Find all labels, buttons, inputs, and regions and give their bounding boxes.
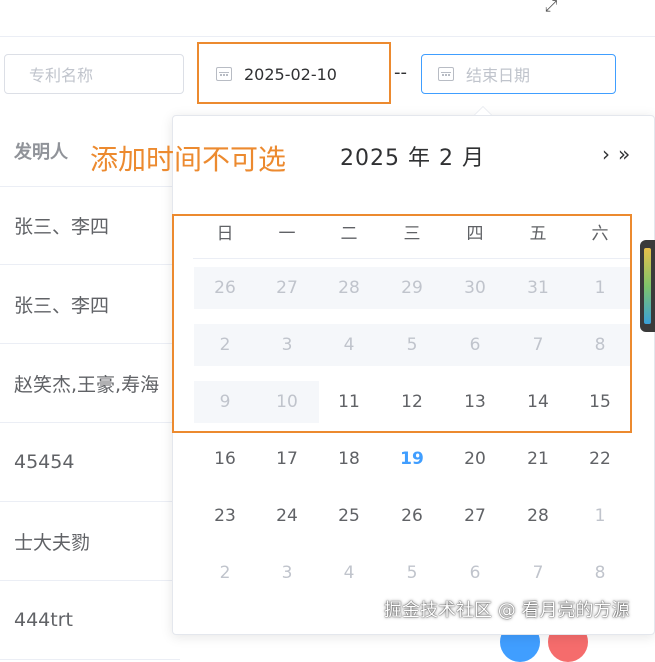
- annotation-label: 添加时间不可选: [90, 143, 287, 176]
- day-cell[interactable]: 7: [507, 552, 569, 594]
- day-cell[interactable]: 17: [256, 438, 318, 480]
- day-cell[interactable]: 26: [381, 495, 443, 537]
- table-row[interactable]: 赵笑杰,王豪,寿海: [0, 344, 180, 423]
- column-inventor: 发明人: [14, 142, 68, 163]
- table-row[interactable]: 张三、李四: [0, 265, 180, 344]
- end-date-placeholder: 结束日期: [466, 66, 531, 85]
- table-row[interactable]: 45454: [0, 423, 180, 502]
- day-cell[interactable]: 24: [256, 495, 318, 537]
- day-cell[interactable]: 19: [381, 438, 443, 480]
- day-cell[interactable]: 6: [444, 552, 506, 594]
- day-cell[interactable]: 28: [507, 495, 569, 537]
- chevron-right-icon[interactable]: ›: [602, 142, 610, 166]
- watermark: 掘金技术社区 @ 看月亮的方源: [384, 600, 630, 621]
- day-cell[interactable]: 1: [569, 495, 631, 537]
- day-cell[interactable]: 3: [256, 552, 318, 594]
- calendar-icon: [438, 67, 454, 81]
- patent-name-placeholder: 专利名称: [29, 66, 94, 85]
- day-cell[interactable]: 18: [318, 438, 380, 480]
- disabled-dates-highlight-box: [172, 214, 632, 433]
- top-bar: ⤢: [0, 0, 655, 37]
- day-cell[interactable]: 20: [444, 438, 506, 480]
- start-date-highlight-box: [197, 42, 391, 104]
- day-cell[interactable]: 5: [381, 552, 443, 594]
- end-date-input[interactable]: 结束日期: [421, 54, 616, 94]
- inventor-cell: 444trt: [14, 609, 73, 631]
- inventor-cell: 士大夫勠: [14, 531, 91, 554]
- patent-name-input[interactable]: 专利名称: [4, 54, 184, 94]
- inventor-cell: 张三、李四: [14, 215, 110, 238]
- range-separator: --: [394, 62, 407, 83]
- table-row[interactable]: 士大夫勠: [0, 502, 180, 581]
- calendar-header-title: 2025 年 2 月: [340, 146, 485, 171]
- day-cell[interactable]: 2: [194, 552, 256, 594]
- day-cell[interactable]: 21: [507, 438, 569, 480]
- popper-arrow: [474, 106, 492, 115]
- day-cell[interactable]: 22: [569, 438, 631, 480]
- inventor-cell: 张三、李四: [14, 294, 110, 317]
- day-cell[interactable]: 23: [194, 495, 256, 537]
- day-cell[interactable]: 4: [318, 552, 380, 594]
- table-row[interactable]: 444trt: [0, 581, 180, 660]
- table-row[interactable]: 张三、李四: [0, 186, 180, 265]
- inventor-cell: 赵笑杰,王豪,寿海: [14, 373, 160, 396]
- day-cell[interactable]: 8: [569, 552, 631, 594]
- inventor-cell: 45454: [14, 451, 75, 473]
- double-chevron-right-icon[interactable]: »: [618, 142, 630, 166]
- expand-icon[interactable]: ⤢: [536, 0, 566, 14]
- side-widget[interactable]: [640, 240, 655, 332]
- day-cell[interactable]: 16: [194, 438, 256, 480]
- day-cell[interactable]: 27: [444, 495, 506, 537]
- day-cell[interactable]: 25: [318, 495, 380, 537]
